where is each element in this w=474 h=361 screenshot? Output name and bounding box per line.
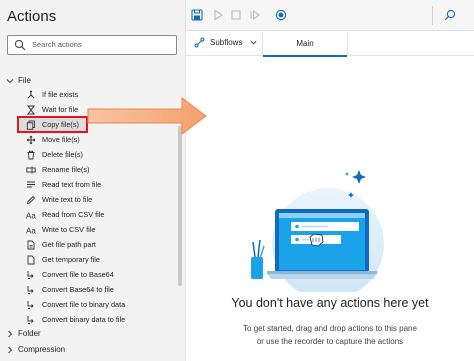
action-item[interactable]: Wait for file [26,103,78,116]
rename-icon [26,166,36,173]
scrollbar-thumb[interactable] [178,126,182,286]
action-label: Write text to file [42,195,93,204]
action-item[interactable]: Convert Base64 to file [26,283,114,296]
empty-canvas-illustration [251,170,384,292]
chevron-down-icon [6,78,14,83]
subflows-icon [194,37,205,48]
subflows-label: Subflows [210,38,243,47]
action-item[interactable]: Convert binary data to file [26,313,125,326]
empty-state-subtitle: To get started, drag and drop actions to… [186,322,474,348]
action-label: Read from CSV file [42,210,105,219]
chevron-right-icon [8,330,13,337]
designer-toolbar [186,0,474,31]
action-label: Rename file(s) [42,165,90,174]
action-item[interactable]: Aa Write to CSV file [26,223,95,236]
action-label: Wait for file [42,105,79,114]
tab-main[interactable]: Main [262,32,348,57]
action-item[interactable]: Get temporary file [26,253,100,266]
temp-file-icon [27,255,35,264]
convert-icon [27,315,34,324]
search-placeholder: Search actions [32,40,82,49]
action-label: If file exists [42,90,79,99]
save-icon[interactable] [191,9,203,21]
action-item[interactable]: Convert file to Base64 [26,268,114,281]
subflow-tabs: Subflows Main [186,32,474,57]
if-branch-icon [27,90,35,98]
designer-canvas: Subflows Main You don't have any actions… [186,0,474,361]
drag-hint-arrow-icon [87,97,207,135]
move-arrows-icon [26,135,36,144]
empty-state-line-2: or use the recorder to capture the actio… [256,337,404,346]
action-item[interactable]: Write text to file [26,193,92,206]
convert-icon [27,285,34,294]
group-folder[interactable]: Folder [5,327,41,340]
run-icon[interactable] [212,9,224,21]
action-label: Convert file to Base64 [42,270,114,279]
trash-icon [27,150,35,159]
action-item[interactable]: Move file(s) [26,133,80,146]
action-label: Get file path part [42,240,96,249]
chevron-right-icon [8,346,13,353]
text-aa-icon: Aa [26,226,36,235]
action-item[interactable]: Aa Read from CSV file [26,208,104,221]
step-icon[interactable] [249,9,261,21]
text-aa-icon: Aa [26,211,36,220]
search-actions-input[interactable]: Search actions [7,35,177,55]
action-label: Read text from file [42,180,102,189]
action-item[interactable]: Delete file(s) [26,148,83,161]
search-icon[interactable] [444,9,456,21]
subflows-dropdown[interactable]: Subflows [194,37,258,48]
action-label: Write to CSV file [42,225,96,234]
group-label: Folder [18,329,41,338]
group-label: File [18,76,31,85]
write-pencil-icon [26,195,36,204]
group-label: Compression [18,345,66,354]
action-item[interactable]: Convert file to binary data [26,298,125,311]
stop-icon[interactable] [230,9,242,21]
search-icon [14,39,26,51]
action-item[interactable]: Rename file(s) [26,163,89,176]
action-label: Convert binary data to file [42,315,126,324]
tab-main-label: Main [296,39,314,48]
toolbar-divider [432,6,433,25]
svg-text:Aa: Aa [26,226,36,235]
copy-file-highlight-box [17,116,88,133]
action-item[interactable]: If file exists [26,88,78,101]
action-label: Convert file to binary data [42,300,126,309]
read-text-icon [27,181,35,187]
action-label: Delete file(s) [42,150,83,159]
power-automate-designer: Actions Search actions File If file exis… [0,0,474,361]
action-label: Move file(s) [42,135,80,144]
empty-state-line-1: To get started, drag and drop actions to… [243,324,417,333]
file-path-icon [27,240,35,249]
svg-text:Aa: Aa [26,211,36,220]
empty-state-title: You don't have any actions here yet [231,296,429,310]
record-icon[interactable] [275,9,287,21]
group-compression[interactable]: Compression [5,343,65,356]
action-item[interactable]: Get file path part [26,238,96,251]
group-file[interactable]: File [5,74,31,87]
chevron-down-icon [250,40,257,45]
action-label: Get temporary file [42,255,100,264]
action-item[interactable]: Read text from file [26,178,101,191]
action-label: Convert Base64 to file [42,285,114,294]
convert-icon [27,300,34,309]
active-tab-indicator [263,55,347,57]
actions-panel: Actions Search actions File If file exis… [0,0,186,361]
actions-panel-title: Actions [7,8,57,25]
convert-icon [27,270,34,279]
hourglass-icon [27,105,35,114]
